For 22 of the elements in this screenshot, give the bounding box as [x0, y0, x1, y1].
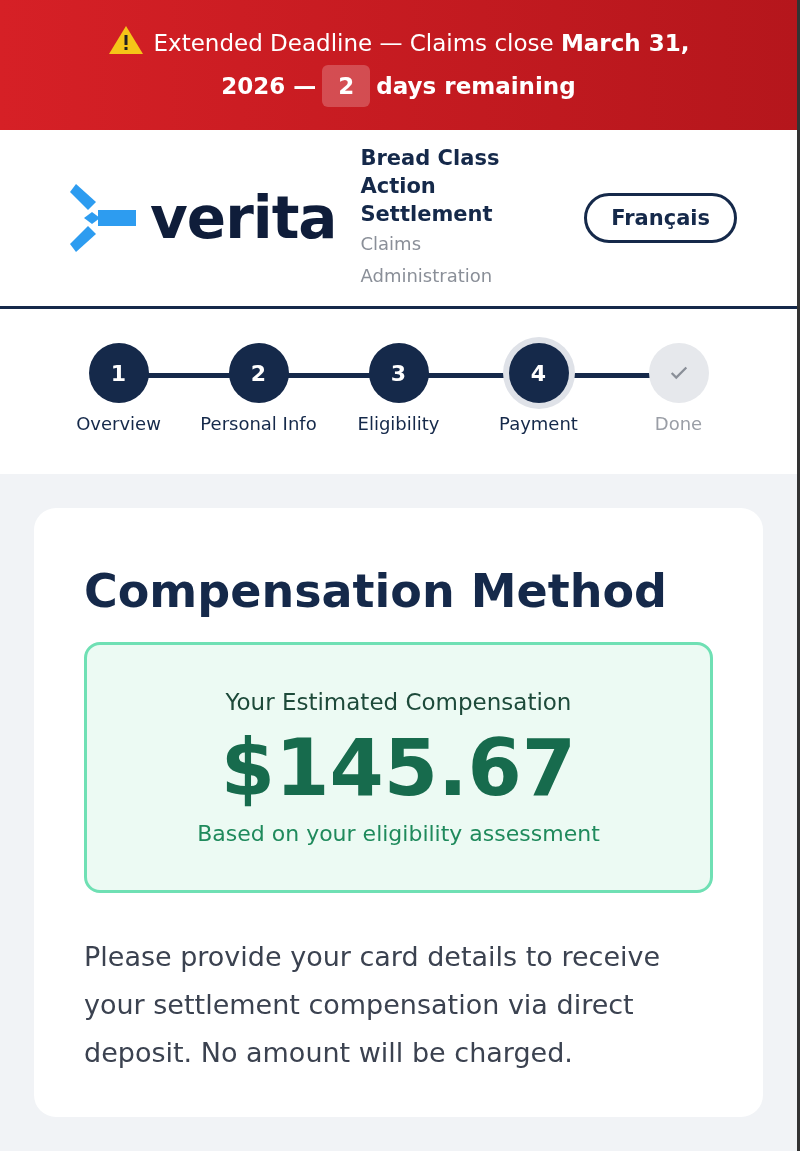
step-label: Eligibility: [357, 413, 440, 434]
compensation-amount: $145.67: [220, 723, 577, 813]
step-label: Payment: [499, 413, 578, 434]
step-label: Done: [654, 413, 703, 434]
deadline-year: 2026 —: [221, 73, 317, 99]
estimate-label: Your Estimated Compensation: [225, 689, 572, 715]
settlement-title: Bread Class Action Settlement: [360, 145, 501, 228]
estimate-note: Based on your eligibility assessment: [197, 821, 600, 846]
deadline-text: Extended Deadline — Claims close March 31,: [153, 30, 690, 56]
language-button[interactable]: Français: [584, 193, 737, 243]
step-circle: 1: [88, 343, 149, 403]
step-label: Personal Info: [200, 413, 317, 434]
step-circle: 3: [368, 343, 429, 403]
days-remaining-text: days remaining: [376, 73, 576, 99]
step-label: Overview: [76, 413, 161, 434]
settlement-subtitle: Claims Administration: [360, 232, 494, 288]
logo-text: verita: [150, 184, 337, 252]
days-count: 2: [322, 65, 371, 107]
card-title: Compensation Method: [84, 564, 668, 618]
instructions-text: Please provide your card details to receive your settlement compensation via direct deposit. No amount will be charged.: [84, 940, 662, 1070]
step-circle: 2: [228, 343, 289, 403]
warning-icon: [107, 25, 144, 55]
